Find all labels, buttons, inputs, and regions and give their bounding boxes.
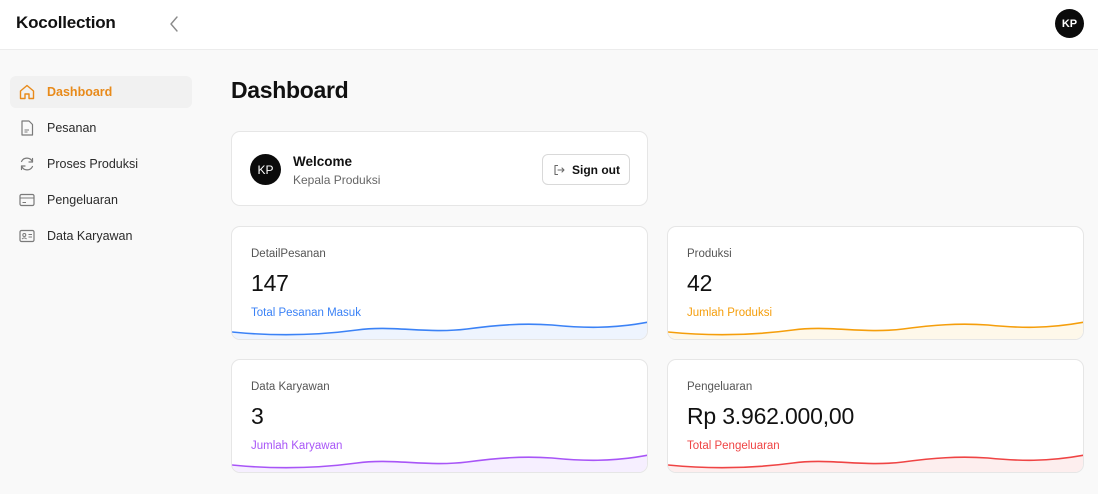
sidebar-item-data-karyawan[interactable]: Data Karyawan bbox=[10, 220, 192, 252]
page-title: Dashboard bbox=[231, 77, 349, 103]
brand-name[interactable]: Kocollection bbox=[16, 13, 116, 33]
sparkline-wave bbox=[232, 454, 647, 472]
sparkline-wave bbox=[668, 321, 1083, 339]
home-icon bbox=[18, 83, 36, 101]
sidebar-item-label: Proses Produksi bbox=[47, 157, 139, 171]
sparkline-wave bbox=[232, 321, 647, 339]
stat-title: Produksi bbox=[687, 248, 732, 260]
id-card-icon bbox=[18, 227, 36, 245]
sidebar-item-proses-produksi[interactable]: Proses Produksi bbox=[10, 148, 192, 180]
sparkline-wave bbox=[668, 454, 1083, 472]
user-avatar[interactable]: KP bbox=[1055, 9, 1084, 38]
stat-value: 3 bbox=[251, 403, 264, 429]
document-icon bbox=[18, 119, 36, 137]
chevron-left-icon bbox=[170, 16, 178, 32]
collapse-sidebar-button[interactable] bbox=[166, 13, 184, 35]
stat-title: Pengeluaran bbox=[687, 381, 753, 393]
sign-out-label: Sign out bbox=[572, 162, 620, 177]
welcome-card: KP Welcome Kepala Produksi Sign out bbox=[231, 131, 648, 206]
stat-value: 147 bbox=[251, 270, 289, 296]
sidebar-item-label: Pesanan bbox=[47, 121, 97, 135]
sidebar-item-label: Pengeluaran bbox=[47, 193, 118, 207]
stat-card-data-karyawan[interactable]: Data Karyawan 3 Jumlah Karyawan bbox=[231, 359, 648, 473]
sidebar-item-pesanan[interactable]: Pesanan bbox=[10, 112, 192, 144]
sign-out-button[interactable]: Sign out bbox=[542, 154, 630, 185]
sidebar-item-dashboard[interactable]: Dashboard bbox=[10, 76, 192, 108]
stat-title: Data Karyawan bbox=[251, 381, 330, 393]
stat-value: 42 bbox=[687, 270, 713, 296]
user-role: Kepala Produksi bbox=[293, 173, 381, 187]
credit-card-icon bbox=[18, 191, 36, 209]
stat-card-produksi[interactable]: Produksi 42 Jumlah Produksi bbox=[667, 226, 1084, 340]
top-bar: Kocollection KP bbox=[0, 0, 1098, 50]
stat-card-detail-pesanan[interactable]: DetailPesanan 147 Total Pesanan Masuk bbox=[231, 226, 648, 340]
stat-title: DetailPesanan bbox=[251, 248, 326, 260]
sidebar-item-pengeluaran[interactable]: Pengeluaran bbox=[10, 184, 192, 216]
avatar: KP bbox=[250, 154, 281, 185]
welcome-title: Welcome bbox=[293, 154, 353, 169]
sign-out-icon bbox=[554, 164, 565, 175]
sidebar: Dashboard Pesanan Proses Produksi Pengel… bbox=[0, 51, 200, 494]
sidebar-item-label: Data Karyawan bbox=[47, 229, 133, 243]
sidebar-item-label: Dashboard bbox=[47, 85, 113, 99]
refresh-icon bbox=[18, 155, 36, 173]
stat-card-pengeluaran[interactable]: Pengeluaran Rp 3.962.000,00 Total Pengel… bbox=[667, 359, 1084, 473]
stat-value: Rp 3.962.000,00 bbox=[687, 403, 855, 429]
